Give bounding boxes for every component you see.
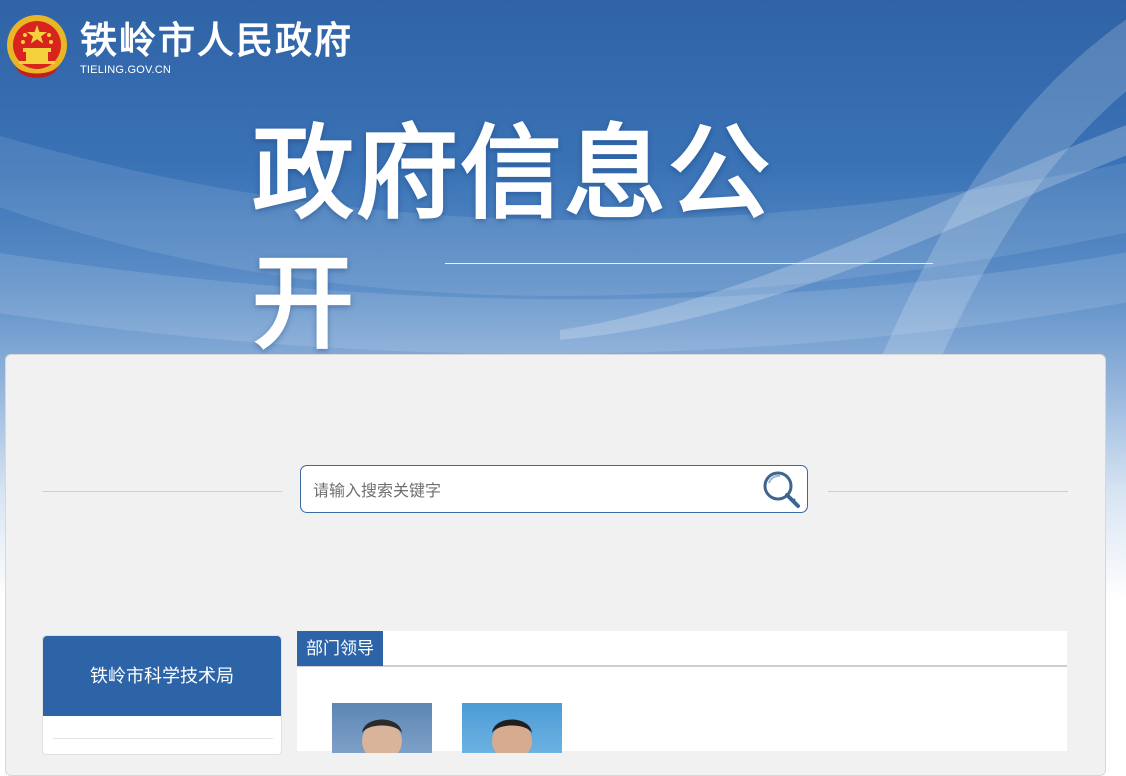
department-card: 铁岭市科学技术局 — [42, 635, 282, 755]
search-icon — [763, 471, 800, 508]
leaders-section: 部门领导 — [297, 631, 1067, 753]
search-bar — [300, 465, 808, 513]
page-title: 政府信息公开 — [252, 115, 772, 364]
department-name[interactable]: 铁岭市科学技术局 — [43, 636, 281, 716]
search-divider-right — [828, 491, 1068, 492]
search-button[interactable] — [760, 469, 804, 511]
national-emblem-icon — [5, 12, 69, 82]
search-input[interactable] — [311, 474, 755, 506]
leader-photo[interactable] — [462, 703, 562, 753]
department-divider — [53, 738, 273, 739]
tab-department-leaders[interactable]: 部门领导 — [297, 631, 383, 666]
search-divider-left — [42, 491, 282, 492]
site-domain: TIELING.GOV.CN — [80, 64, 172, 76]
section-underline — [297, 665, 1067, 667]
title-divider — [445, 263, 933, 264]
site-title[interactable]: 铁岭市人民政府 — [80, 17, 353, 65]
leader-photo[interactable] — [332, 703, 432, 753]
